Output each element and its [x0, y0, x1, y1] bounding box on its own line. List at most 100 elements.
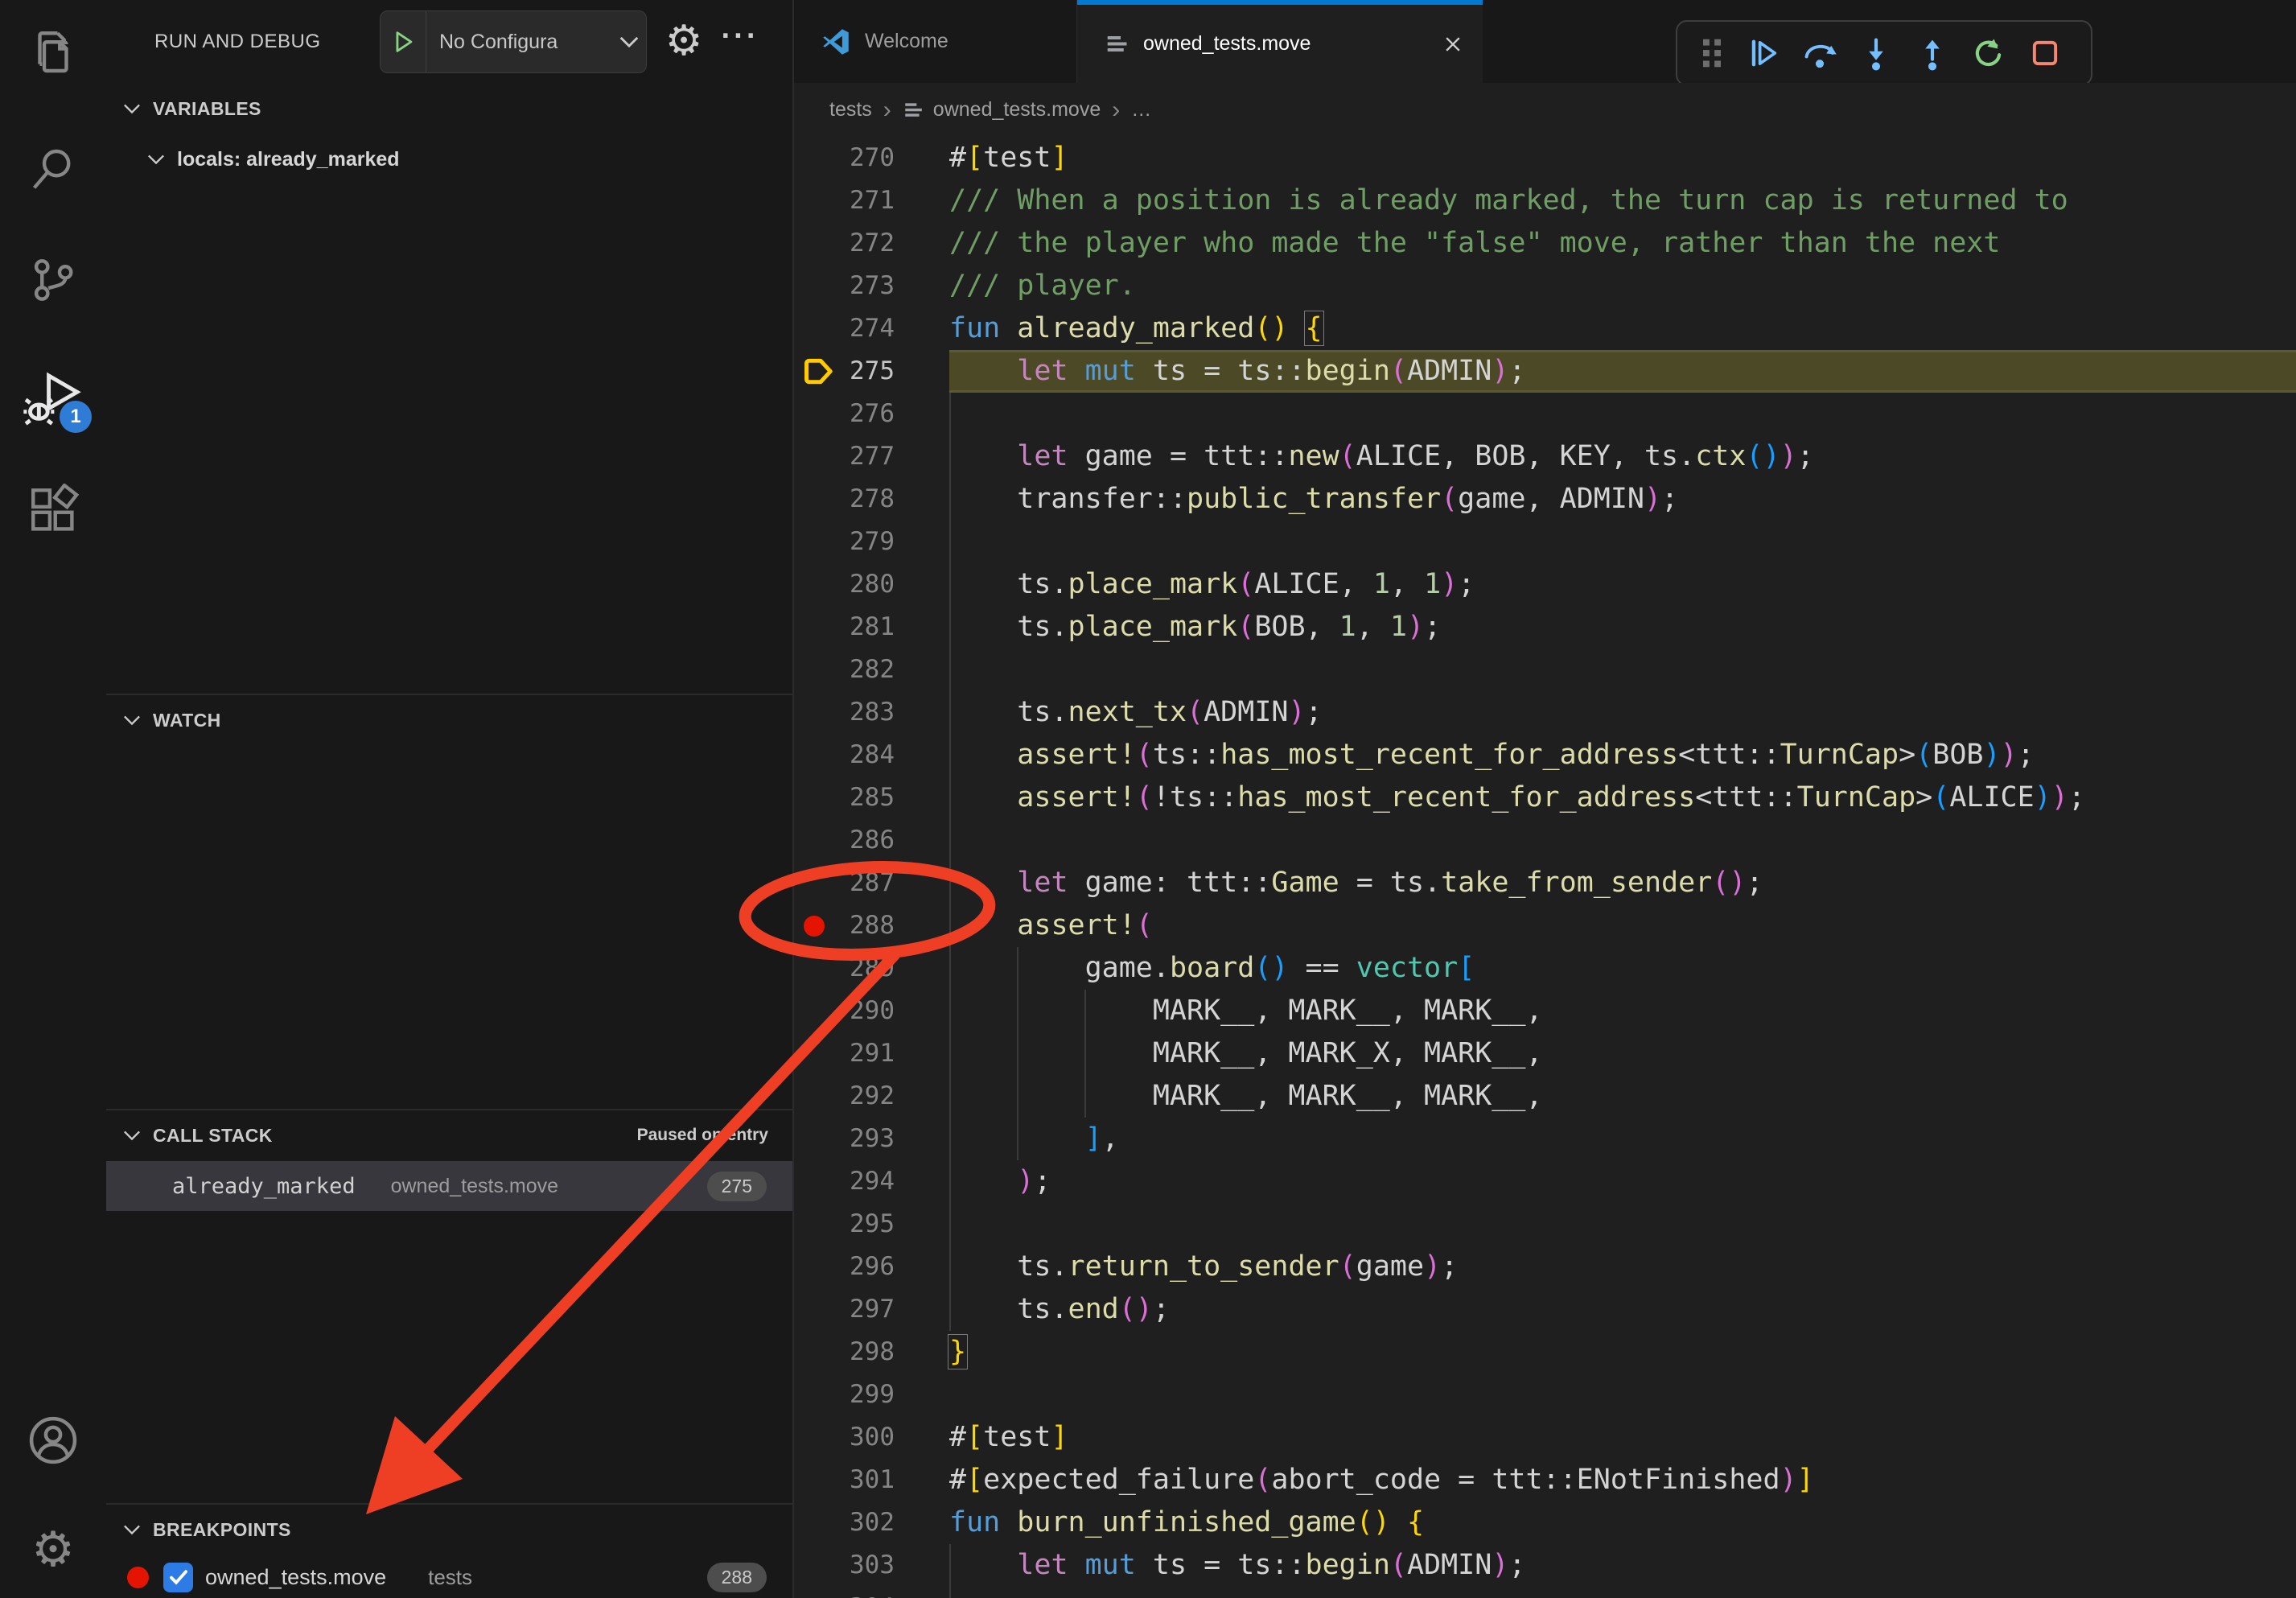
code-line: 304: [794, 1587, 2296, 1598]
account-icon[interactable]: [0, 1400, 106, 1481]
code-text: assert!(: [949, 904, 2296, 947]
breakpoint-gutter[interactable]: [794, 393, 838, 435]
line-number: 280: [838, 563, 895, 606]
breakpoint-gutter[interactable]: [794, 478, 838, 521]
search-icon[interactable]: [0, 129, 106, 209]
breakpoint-gutter[interactable]: [794, 1288, 838, 1331]
breakpoint-gutter[interactable]: [794, 435, 838, 478]
code-line: 284 assert!(ts::has_most_recent_for_addr…: [794, 734, 2296, 776]
code-line: 274fun already_marked() {: [794, 307, 2296, 350]
breakpoint-enabled-checkbox[interactable]: [163, 1563, 193, 1592]
breakpoint-gutter[interactable]: [794, 1118, 838, 1160]
breakpoint-gutter[interactable]: [794, 1374, 838, 1416]
breadcrumb-folder[interactable]: tests: [829, 98, 872, 121]
code-text: ts.end();: [949, 1288, 2296, 1331]
step-over-icon[interactable]: [1792, 29, 1848, 77]
breakpoint-gutter[interactable]: [794, 734, 838, 776]
launch-configuration-control[interactable]: No Configura: [380, 10, 647, 73]
code-text: [949, 1203, 2296, 1246]
breakpoint-gutter[interactable]: [794, 222, 838, 265]
breakpoint-gutter[interactable]: [794, 1501, 838, 1544]
settings-gear-icon[interactable]: ⚙: [0, 1509, 106, 1590]
step-into-icon[interactable]: [1848, 29, 1904, 77]
breakpoint-gutter[interactable]: [794, 862, 838, 904]
breakpoint-gutter[interactable]: [794, 947, 838, 990]
line-number: 283: [838, 691, 895, 734]
run-and-debug-icon[interactable]: 1: [0, 357, 106, 438]
code-text: MARK__, MARK__, MARK__,: [949, 1075, 2296, 1118]
code-text: [949, 649, 2296, 691]
explorer-icon[interactable]: [0, 13, 106, 93]
breakpoints-section-header[interactable]: BREAKPOINTS: [106, 1509, 792, 1550]
code-text: ts.next_tx(ADMIN);: [949, 691, 2296, 734]
breakpoint-gutter[interactable]: [794, 776, 838, 819]
line-number: 300: [838, 1416, 895, 1459]
start-debug-play-icon[interactable]: [381, 11, 426, 72]
breakpoint-gutter[interactable]: [794, 1075, 838, 1118]
line-number: 287: [838, 862, 895, 904]
source-control-icon[interactable]: [0, 240, 106, 320]
code-editor[interactable]: 270#[test]271/// When a position is alre…: [794, 137, 2296, 1598]
breakpoint-gutter[interactable]: [794, 350, 838, 393]
close-icon[interactable]: [1442, 34, 1463, 55]
breakpoint-gutter[interactable]: [794, 1544, 838, 1587]
breakpoint-gutter[interactable]: [794, 1203, 838, 1246]
step-out-icon[interactable]: [1904, 29, 1961, 77]
breakpoint-gutter[interactable]: [794, 1246, 838, 1288]
code-line: 292 MARK__, MARK__, MARK__,: [794, 1075, 2296, 1118]
breakpoint-gutter[interactable]: [794, 990, 838, 1032]
breakpoint-gutter[interactable]: [794, 563, 838, 606]
stop-icon[interactable]: [2017, 29, 2073, 77]
breakpoint-gutter[interactable]: [794, 1416, 838, 1459]
stack-frame-row[interactable]: already_marked owned_tests.move 275: [106, 1161, 792, 1211]
breakpoint-list-item[interactable]: owned_tests.move tests 288: [106, 1556, 792, 1598]
code-line: 300#[test]: [794, 1416, 2296, 1459]
code-line: 295: [794, 1203, 2296, 1246]
tab-owned-tests-move[interactable]: owned_tests.move: [1077, 0, 1483, 83]
code-line: 296 ts.return_to_sender(game);: [794, 1246, 2296, 1288]
debug-settings-gear-icon[interactable]: ⚙: [660, 16, 708, 66]
breakpoints-section: BREAKPOINTS owned_tests.move tests 288: [106, 1503, 792, 1598]
breakpoint-gutter[interactable]: [794, 649, 838, 691]
variables-locals-scope[interactable]: locals: already_marked: [106, 138, 792, 180]
code-text: assert!(ts::has_most_recent_for_address<…: [949, 734, 2296, 776]
code-line: 299: [794, 1374, 2296, 1416]
breakpoint-gutter[interactable]: [794, 1032, 838, 1075]
code-line: 271/// When a position is already marked…: [794, 179, 2296, 222]
editor-group: Welcome owned_tests.move: [794, 0, 2296, 1598]
chevron-down-icon: [122, 102, 142, 115]
breakpoint-gutter[interactable]: [794, 1459, 838, 1501]
breakpoint-gutter[interactable]: [794, 904, 838, 947]
code-line: 276: [794, 393, 2296, 435]
breakpoint-gutter[interactable]: [794, 819, 838, 862]
tab-welcome[interactable]: Welcome: [794, 0, 1077, 83]
chevron-down-icon: [122, 714, 142, 727]
breakpoint-dot-icon: [804, 916, 825, 937]
continue-icon[interactable]: [1735, 29, 1792, 77]
breakpoint-gutter[interactable]: [794, 307, 838, 350]
variables-section-header[interactable]: VARIABLES: [106, 89, 792, 129]
call-stack-section: CALL STACK Paused on entry already_marke…: [106, 1109, 792, 1503]
call-stack-label: CALL STACK: [153, 1125, 273, 1147]
breadcrumb-symbol[interactable]: …: [1131, 98, 1151, 121]
breakpoint-gutter[interactable]: [794, 691, 838, 734]
breakpoint-gutter[interactable]: [794, 521, 838, 563]
breakpoint-gutter[interactable]: [794, 1587, 838, 1598]
watch-section-header[interactable]: WATCH: [106, 700, 792, 740]
code-text: /// player.: [949, 265, 2296, 307]
code-text: let game: ttt::Game = ts.take_from_sende…: [949, 862, 2296, 904]
configuration-dropdown-label[interactable]: No Configura: [426, 31, 612, 54]
breakpoint-gutter[interactable]: [794, 606, 838, 649]
extensions-icon[interactable]: [0, 470, 106, 550]
breakpoint-gutter[interactable]: [794, 179, 838, 222]
breadcrumb-file[interactable]: owned_tests.move: [933, 98, 1101, 121]
breakpoint-gutter[interactable]: [794, 265, 838, 307]
more-actions-icon[interactable]: ···: [716, 11, 764, 61]
toolbar-drag-handle[interactable]: [1689, 29, 1735, 77]
line-number: 274: [838, 307, 895, 350]
line-number: 298: [838, 1331, 895, 1374]
breakpoint-gutter[interactable]: [794, 1331, 838, 1374]
breakpoint-gutter[interactable]: [794, 1160, 838, 1203]
breakpoint-gutter[interactable]: [794, 137, 838, 179]
restart-icon[interactable]: [1961, 29, 2017, 77]
